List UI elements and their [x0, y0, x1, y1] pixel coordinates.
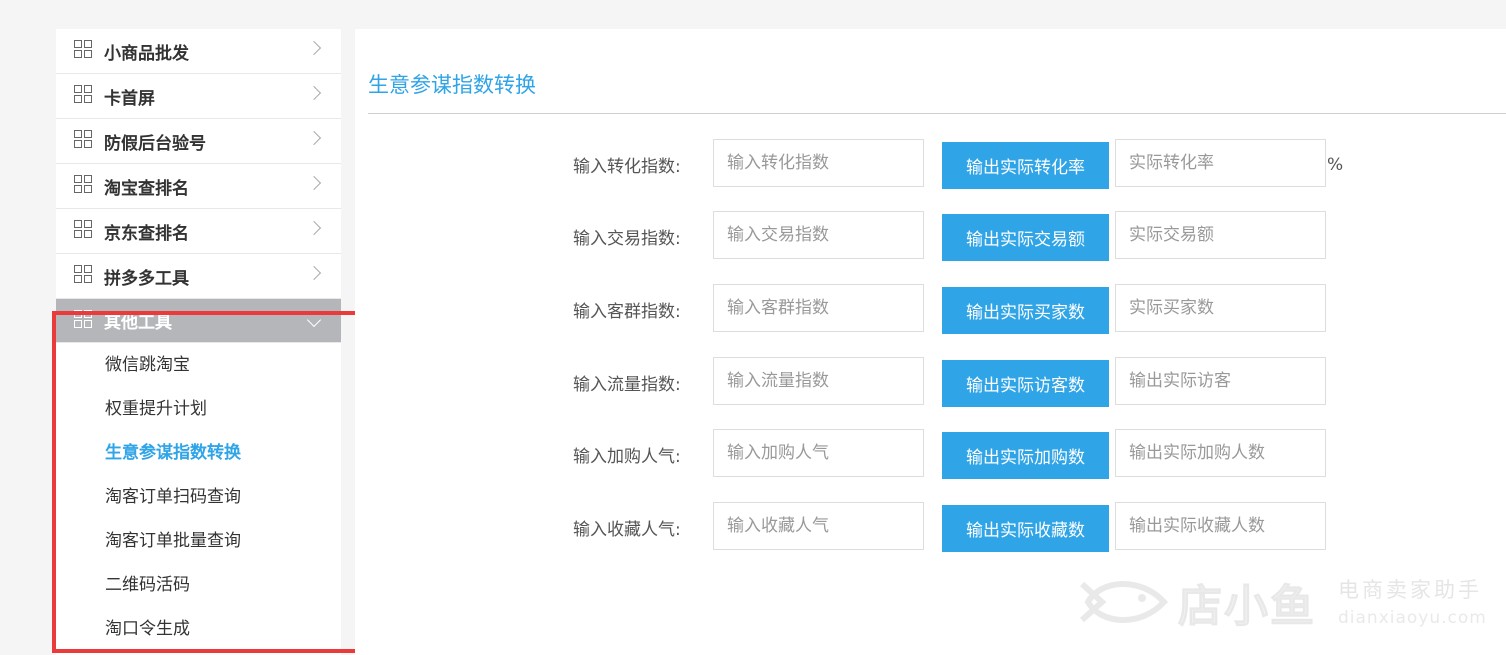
output-cart-button[interactable]: 输出实际加购数: [942, 432, 1109, 479]
grid-icon: [74, 85, 92, 103]
sidebar-item-label: 防假后台验号: [104, 133, 206, 154]
sidebar-item-label: 拼多多工具: [104, 268, 189, 289]
chevron-right-icon: [306, 85, 322, 101]
sidebar-item-first-screen[interactable]: 卡首屏: [56, 74, 341, 119]
subnav-item-taokouling[interactable]: 淘口令生成: [56, 607, 341, 651]
sidebar-item-jd-rank[interactable]: 京东查排名: [56, 209, 341, 254]
grid-icon: [74, 220, 92, 238]
chevron-down-icon: [306, 312, 322, 328]
sidebar: 小商品批发 卡首屏 防假后台验号 淘宝查排名 京东查排名 拼多多工具 其他工具 …: [56, 29, 341, 655]
field-label: 输入收藏人气:: [573, 520, 681, 540]
conversion-rate-output[interactable]: [1115, 139, 1326, 187]
sidebar-item-label: 小商品批发: [104, 43, 189, 64]
output-trade-button[interactable]: 输出实际交易额: [942, 214, 1109, 261]
field-label: 输入转化指数:: [573, 157, 681, 177]
chevron-right-icon: [306, 220, 322, 236]
grid-icon: [74, 175, 92, 193]
subnav-item-index-conversion[interactable]: 生意参谋指数转换: [56, 431, 341, 475]
subnav-item-weight-boost[interactable]: 权重提升计划: [56, 387, 341, 431]
output-conversion-button[interactable]: 输出实际转化率: [942, 142, 1109, 189]
sidebar-item-label: 卡首屏: [104, 88, 155, 109]
form-row-conversion: 输入转化指数: 输出实际转化率 %: [355, 139, 1506, 189]
grid-icon: [74, 309, 92, 328]
buyer-index-input[interactable]: [713, 284, 924, 332]
chevron-right-icon: [306, 40, 322, 56]
output-buyers-button[interactable]: 输出实际买家数: [942, 287, 1109, 334]
watermark-brand: 店小鱼: [1178, 581, 1316, 633]
field-label: 输入交易指数:: [573, 229, 681, 249]
grid-icon: [74, 130, 92, 148]
sidebar-item-label: 京东查排名: [104, 223, 189, 244]
fish-logo-icon: [1080, 581, 1169, 623]
watermark-tagline: 电商卖家助手: [1338, 578, 1482, 602]
favorite-popularity-input[interactable]: [713, 502, 924, 550]
subnav-item-wechat-to-taobao[interactable]: 微信跳淘宝: [56, 343, 341, 387]
watermark-url: dianxiaoyu.com: [1338, 608, 1487, 628]
title-divider: [368, 113, 1506, 114]
sidebar-item-pinduoduo-tools[interactable]: 拼多多工具: [56, 254, 341, 299]
form-row-add-to-cart: 输入加购人气: 输出实际加购数: [355, 429, 1506, 479]
favorite-count-output[interactable]: [1115, 502, 1326, 550]
cart-count-output[interactable]: [1115, 429, 1326, 477]
output-favorites-button[interactable]: 输出实际收藏数: [942, 505, 1109, 552]
output-visitors-button[interactable]: 输出实际访客数: [942, 360, 1109, 407]
grid-icon: [74, 265, 92, 283]
percent-suffix: %: [1327, 155, 1344, 175]
sidebar-item-label: 淘宝查排名: [104, 178, 189, 199]
field-label: 输入加购人气:: [573, 447, 681, 467]
sidebar-group-label: 其他工具: [104, 313, 172, 333]
cart-popularity-input[interactable]: [713, 429, 924, 477]
chevron-right-icon: [306, 265, 322, 281]
conversion-index-input[interactable]: [713, 139, 924, 187]
watermark: 店小鱼 电商卖家助手 dianxiaoyu.com: [1080, 568, 1500, 638]
page-title: 生意参谋指数转换: [368, 73, 536, 97]
field-label: 输入客群指数:: [573, 302, 681, 322]
sidebar-item-account-check[interactable]: 防假后台验号: [56, 119, 341, 164]
trade-index-input[interactable]: [713, 211, 924, 259]
buyer-count-output[interactable]: [1115, 284, 1326, 332]
chevron-right-icon: [306, 130, 322, 146]
form-row-traffic: 输入流量指数: 输出实际访客数: [355, 357, 1506, 407]
form-row-trade: 输入交易指数: 输出实际交易额: [355, 211, 1506, 261]
sidebar-item-wholesale[interactable]: 小商品批发: [56, 29, 341, 74]
sidebar-group-other-tools[interactable]: 其他工具: [56, 299, 341, 343]
main-panel: 生意参谋指数转换 输入转化指数: 输出实际转化率 % 输入交易指数: 输出实际交…: [355, 29, 1506, 655]
visitor-count-output[interactable]: [1115, 357, 1326, 405]
form-row-buyers: 输入客群指数: 输出实际买家数: [355, 284, 1506, 334]
grid-icon: [74, 40, 92, 58]
form-row-favorites: 输入收藏人气: 输出实际收藏数: [355, 502, 1506, 552]
subnav-item-order-batch-query[interactable]: 淘客订单批量查询: [56, 519, 341, 563]
subnav-item-order-scan-query[interactable]: 淘客订单扫码查询: [56, 475, 341, 519]
sidebar-item-taobao-rank[interactable]: 淘宝查排名: [56, 164, 341, 209]
field-label: 输入流量指数:: [573, 375, 681, 395]
sidebar-subnav: 微信跳淘宝 权重提升计划 生意参谋指数转换 淘客订单扫码查询 淘客订单批量查询 …: [56, 343, 341, 651]
traffic-index-input[interactable]: [713, 357, 924, 405]
chevron-right-icon: [306, 175, 322, 191]
subnav-item-qr-live-code[interactable]: 二维码活码: [56, 563, 341, 607]
trade-amount-output[interactable]: [1115, 211, 1326, 259]
